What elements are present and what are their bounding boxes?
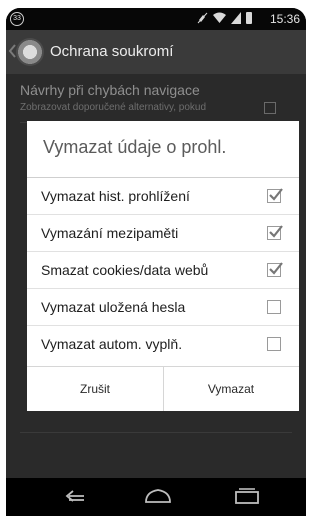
- phone-screen: 33 15:36 Ochrana soukromí Návrhy při chy…: [6, 8, 306, 516]
- battery-icon: [246, 12, 252, 24]
- status-bar: 33 15:36: [6, 8, 306, 30]
- checkbox-unchecked-icon[interactable]: [267, 337, 281, 351]
- dialog-title: Vymazat údaje o prohl.: [43, 137, 227, 157]
- list-divider: [20, 432, 292, 433]
- clear-button[interactable]: Vymazat: [163, 367, 299, 411]
- back-icon[interactable]: [60, 488, 88, 509]
- dialog-button-bar: Zrušit Vymazat: [27, 366, 299, 411]
- mute-icon: [197, 12, 208, 24]
- option-clear-cookies[interactable]: Smazat cookies/data webů: [27, 252, 299, 289]
- recents-icon[interactable]: [234, 488, 260, 509]
- status-icons: [197, 12, 252, 24]
- option-clear-cache[interactable]: Vymazání mezipaměti: [27, 215, 299, 252]
- action-bar: Ochrana soukromí: [6, 30, 306, 74]
- setting-checkbox-navigation-errors: [264, 102, 276, 114]
- clear-browsing-data-dialog: Vymazat údaje o prohl. Vymazat hist. pro…: [27, 121, 299, 411]
- checkbox-checked-icon[interactable]: [267, 262, 283, 277]
- option-label: Vymazat uložená hesla: [41, 299, 186, 315]
- notification-count-badge: 33: [10, 12, 24, 26]
- option-label: Vymazat autom. vyplň.: [41, 336, 183, 352]
- checkbox-checked-icon[interactable]: [267, 188, 283, 203]
- option-clear-passwords[interactable]: Vymazat uložená hesla: [27, 289, 299, 326]
- setting-summary-navigation-errors: Zobrazovat doporučené alternativy, pokud: [20, 102, 207, 113]
- status-time: 15:36: [269, 12, 300, 26]
- checkbox-checked-icon[interactable]: [267, 225, 283, 240]
- navigation-bar: [6, 478, 306, 516]
- option-label: Smazat cookies/data webů: [41, 262, 209, 278]
- home-icon[interactable]: [144, 488, 172, 509]
- wifi-icon: [213, 12, 226, 24]
- checkbox-unchecked-icon[interactable]: [267, 300, 281, 314]
- privacy-app-icon[interactable]: [16, 38, 44, 66]
- signal-icon: [231, 12, 241, 24]
- option-clear-autofill[interactable]: Vymazat autom. vyplň.: [27, 326, 299, 363]
- up-caret-icon[interactable]: [8, 44, 16, 58]
- cancel-button[interactable]: Zrušit: [27, 367, 163, 411]
- option-clear-history[interactable]: Vymazat hist. prohlížení: [27, 178, 299, 215]
- setting-title-navigation-errors: Návrhy při chybách navigace: [20, 82, 200, 98]
- option-label: Vymazání mezipaměti: [41, 225, 179, 241]
- page-title: Ochrana soukromí: [50, 43, 174, 60]
- option-label: Vymazat hist. prohlížení: [41, 188, 190, 204]
